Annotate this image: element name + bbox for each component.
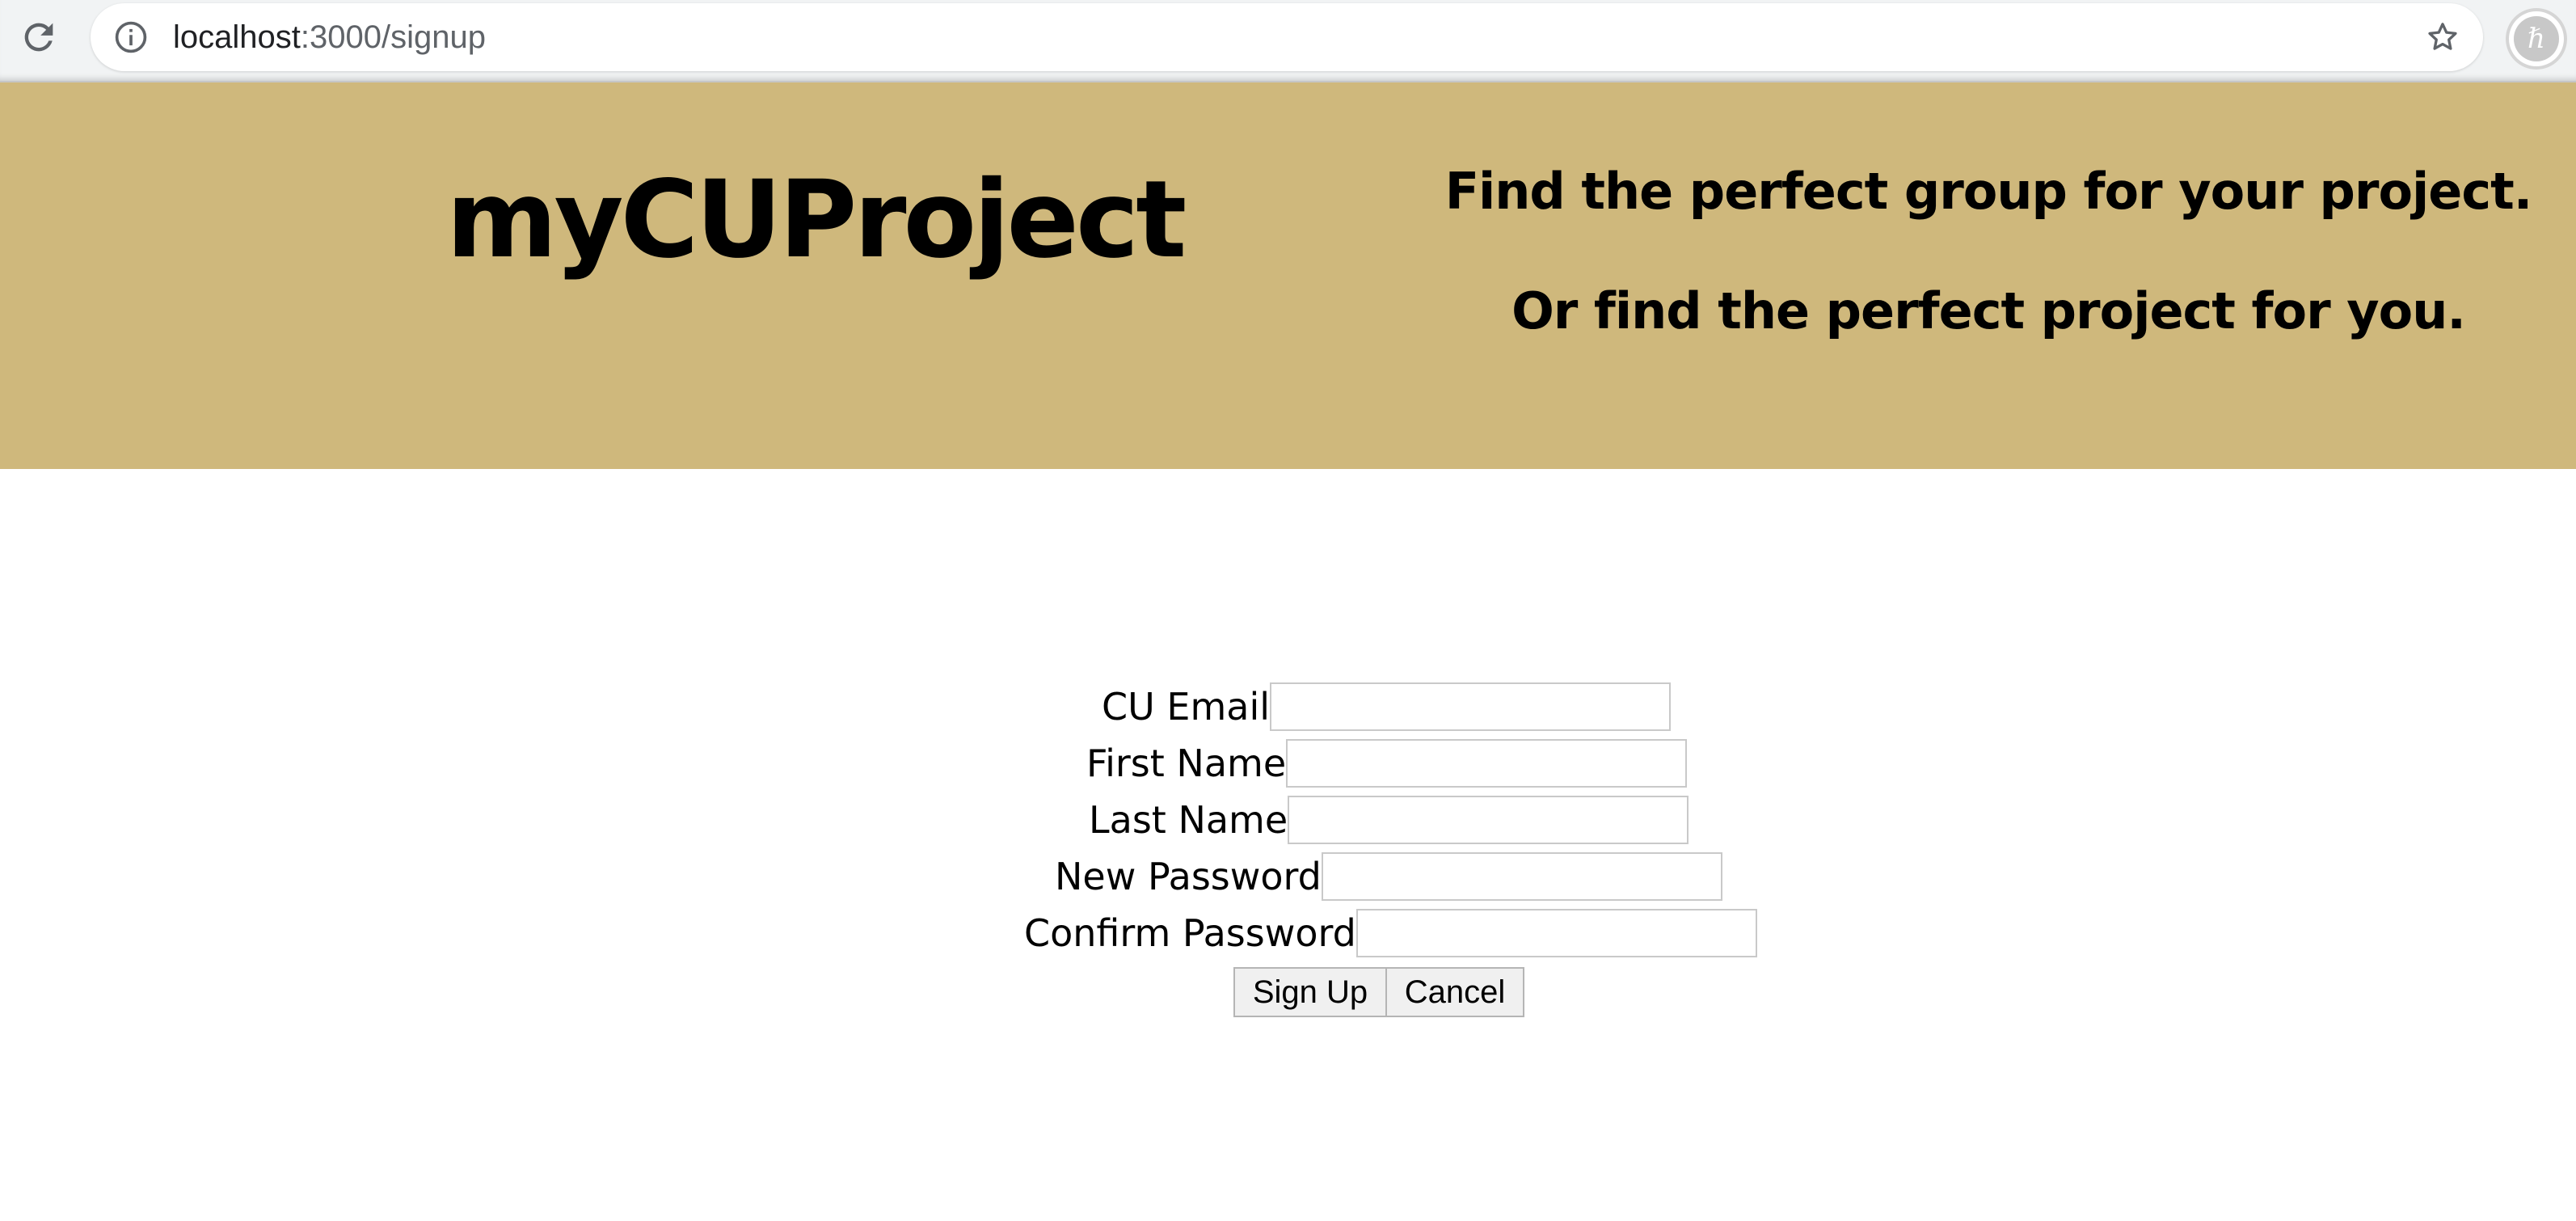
header-banner: myCUProject Find the perfect group for y… [0, 82, 2576, 469]
url-host: localhost [173, 19, 301, 55]
first-name-label: First Name [1086, 741, 1287, 785]
new-password-field[interactable] [1321, 852, 1722, 901]
last-name-label: Last Name [1089, 798, 1288, 842]
form-row-confirm-password: Confirm Password [1024, 907, 1757, 959]
form-row-email: CU Email [1102, 681, 1672, 733]
form-row-last-name: Last Name [1089, 794, 1689, 846]
tagline-group: Find the perfect group for your project. [1444, 162, 2533, 221]
confirm-password-field[interactable] [1355, 909, 1757, 957]
browser-toolbar: localhost:3000/signup ℏ [0, 0, 2576, 82]
extension-badge: ℏ [2514, 16, 2559, 61]
star-icon[interactable] [2423, 18, 2462, 57]
info-icon[interactable] [112, 18, 150, 57]
extension-icon[interactable]: ℏ [2506, 8, 2567, 70]
form-row-new-password: New Password [1055, 851, 1722, 902]
site-title: myCUProject [446, 158, 1187, 282]
email-field[interactable] [1270, 682, 1672, 731]
form-buttons: Sign Up Cancel [1233, 967, 1524, 1017]
new-password-label: New Password [1055, 855, 1322, 898]
address-bar[interactable]: localhost:3000/signup [91, 3, 2483, 71]
url-path: :3000/signup [300, 19, 486, 55]
page: localhost:3000/signup ℏ myCUProject Find… [0, 0, 2576, 1221]
first-name-field[interactable] [1286, 739, 1688, 788]
url-text[interactable]: localhost:3000/signup [173, 3, 486, 71]
confirm-password-label: Confirm Password [1024, 911, 1356, 955]
tagline-project: Or find the perfect project for you. [1511, 281, 2466, 340]
cancel-button[interactable]: Cancel [1385, 967, 1524, 1017]
reload-icon[interactable] [13, 11, 65, 63]
email-label: CU Email [1102, 685, 1271, 729]
sign-up-button[interactable]: Sign Up [1233, 967, 1387, 1017]
form-row-first-name: First Name [1086, 737, 1688, 789]
last-name-field[interactable] [1288, 796, 1689, 844]
